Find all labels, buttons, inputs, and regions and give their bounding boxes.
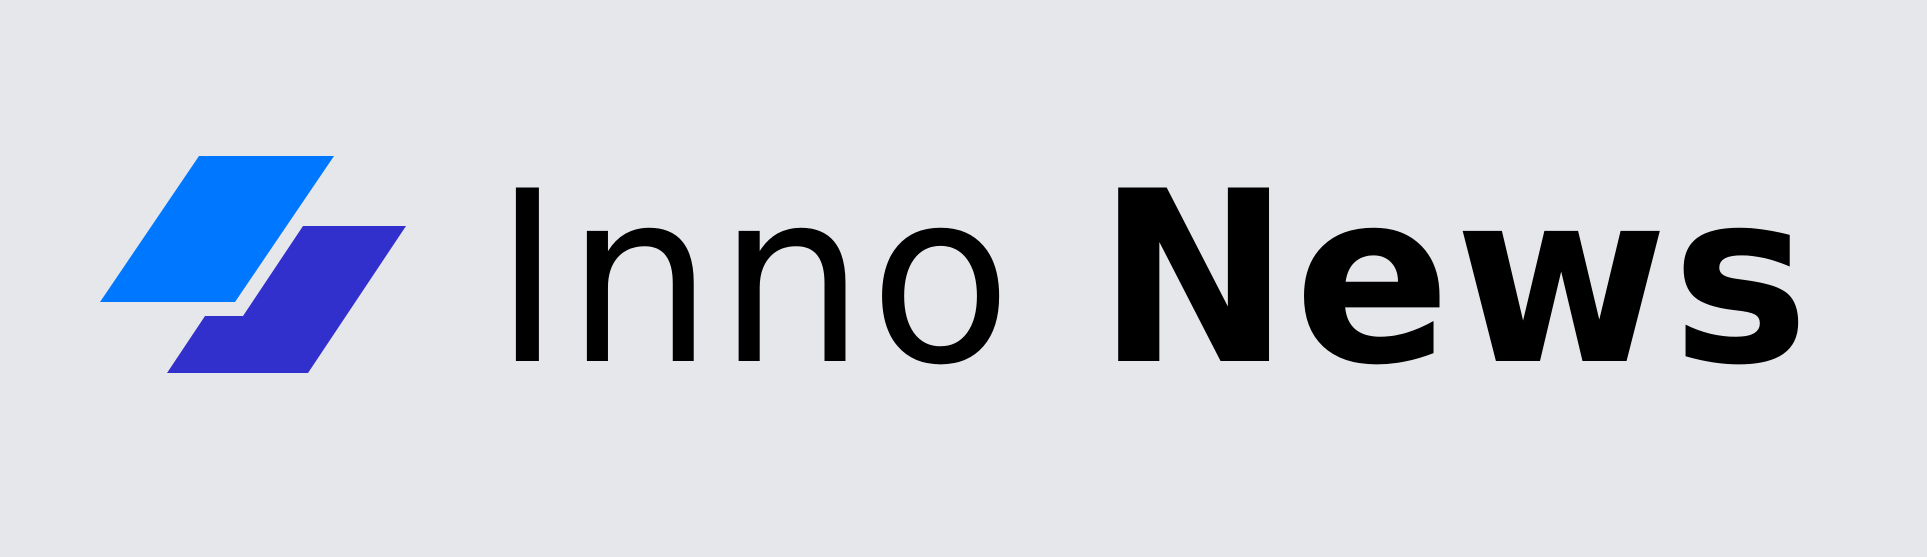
brand-name-part2: News <box>1096 141 1813 418</box>
logo-banner: Inno News <box>0 0 1927 557</box>
brand-name-part1: Inno <box>493 141 1016 418</box>
brand-wordmark: Inno News <box>493 160 1835 400</box>
